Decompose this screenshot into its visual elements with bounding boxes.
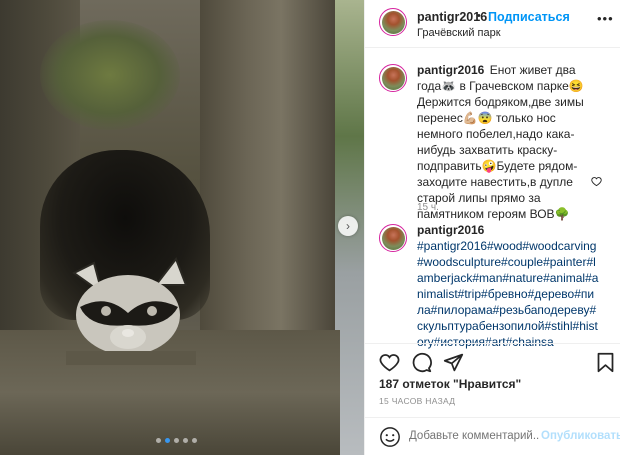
separator-dot: •: [477, 10, 481, 22]
caption-text: pantigr2016 Енот живет два года🦝 в Граче…: [417, 62, 599, 222]
caption-body: Енот живет два года🦝 в Грачевском парке😆…: [417, 63, 584, 221]
hashtag-comment-entry: pantigr2016 #pantigr2016#wood#woodcarvin…: [365, 222, 620, 349]
caption-time[interactable]: 15 ч.: [417, 202, 439, 213]
post-photo[interactable]: ›: [0, 0, 364, 455]
post-header: pantigr2016 • Подписаться ••• Грачёвский…: [365, 0, 620, 48]
paper-plane-icon: [443, 353, 463, 371]
comments-section: pantigr2016 Енот живет два года🦝 в Граче…: [365, 62, 620, 349]
hashtag-list[interactable]: #pantigr2016#wood#woodcarving#woodsculpt…: [417, 239, 598, 349]
carousel-dot-active: [165, 438, 170, 443]
more-options-icon[interactable]: •••: [597, 11, 614, 26]
comment-input[interactable]: [409, 430, 539, 442]
post-details-panel: pantigr2016 • Подписаться ••• Грачёвский…: [364, 0, 620, 455]
carousel-dot: [156, 438, 161, 443]
add-comment-bar: Опубликовать: [365, 417, 620, 455]
next-slide-button[interactable]: ›: [338, 216, 358, 236]
action-bar: [365, 343, 620, 377]
follow-button[interactable]: Подписаться: [488, 10, 570, 24]
save-button[interactable]: [593, 350, 617, 374]
caption-username[interactable]: pantigr2016: [417, 63, 484, 77]
carousel-dots: [156, 438, 197, 443]
moss: [40, 20, 180, 130]
chevron-right-icon: ›: [346, 219, 350, 233]
likes-count[interactable]: 187 отметок "Нравится": [379, 377, 521, 391]
post-time[interactable]: 15 ЧАСОВ НАЗАД: [379, 396, 455, 406]
comment-text: pantigr2016 #pantigr2016#wood#woodcarvin…: [417, 222, 599, 350]
avatar[interactable]: [379, 224, 407, 252]
heart-icon: [379, 353, 399, 371]
carousel-dot: [183, 438, 188, 443]
like-button[interactable]: [377, 350, 401, 374]
raccoon-carving: [66, 256, 196, 365]
publish-button[interactable]: Опубликовать: [541, 430, 620, 442]
location-link[interactable]: Грачёвский парк: [417, 27, 501, 39]
heart-icon[interactable]: [591, 176, 602, 187]
share-button[interactable]: [441, 350, 465, 374]
avatar[interactable]: [379, 64, 407, 92]
comment-button[interactable]: [409, 350, 433, 374]
bookmark-icon: [597, 352, 613, 372]
comment-username[interactable]: pantigr2016: [417, 223, 484, 237]
carousel-dot: [192, 438, 197, 443]
carousel-dot: [174, 438, 179, 443]
avatar[interactable]: [379, 8, 407, 36]
caption-entry: pantigr2016 Енот живет два года🦝 в Граче…: [365, 62, 620, 222]
smiley-icon[interactable]: [379, 426, 401, 448]
comment-icon: [412, 352, 432, 372]
